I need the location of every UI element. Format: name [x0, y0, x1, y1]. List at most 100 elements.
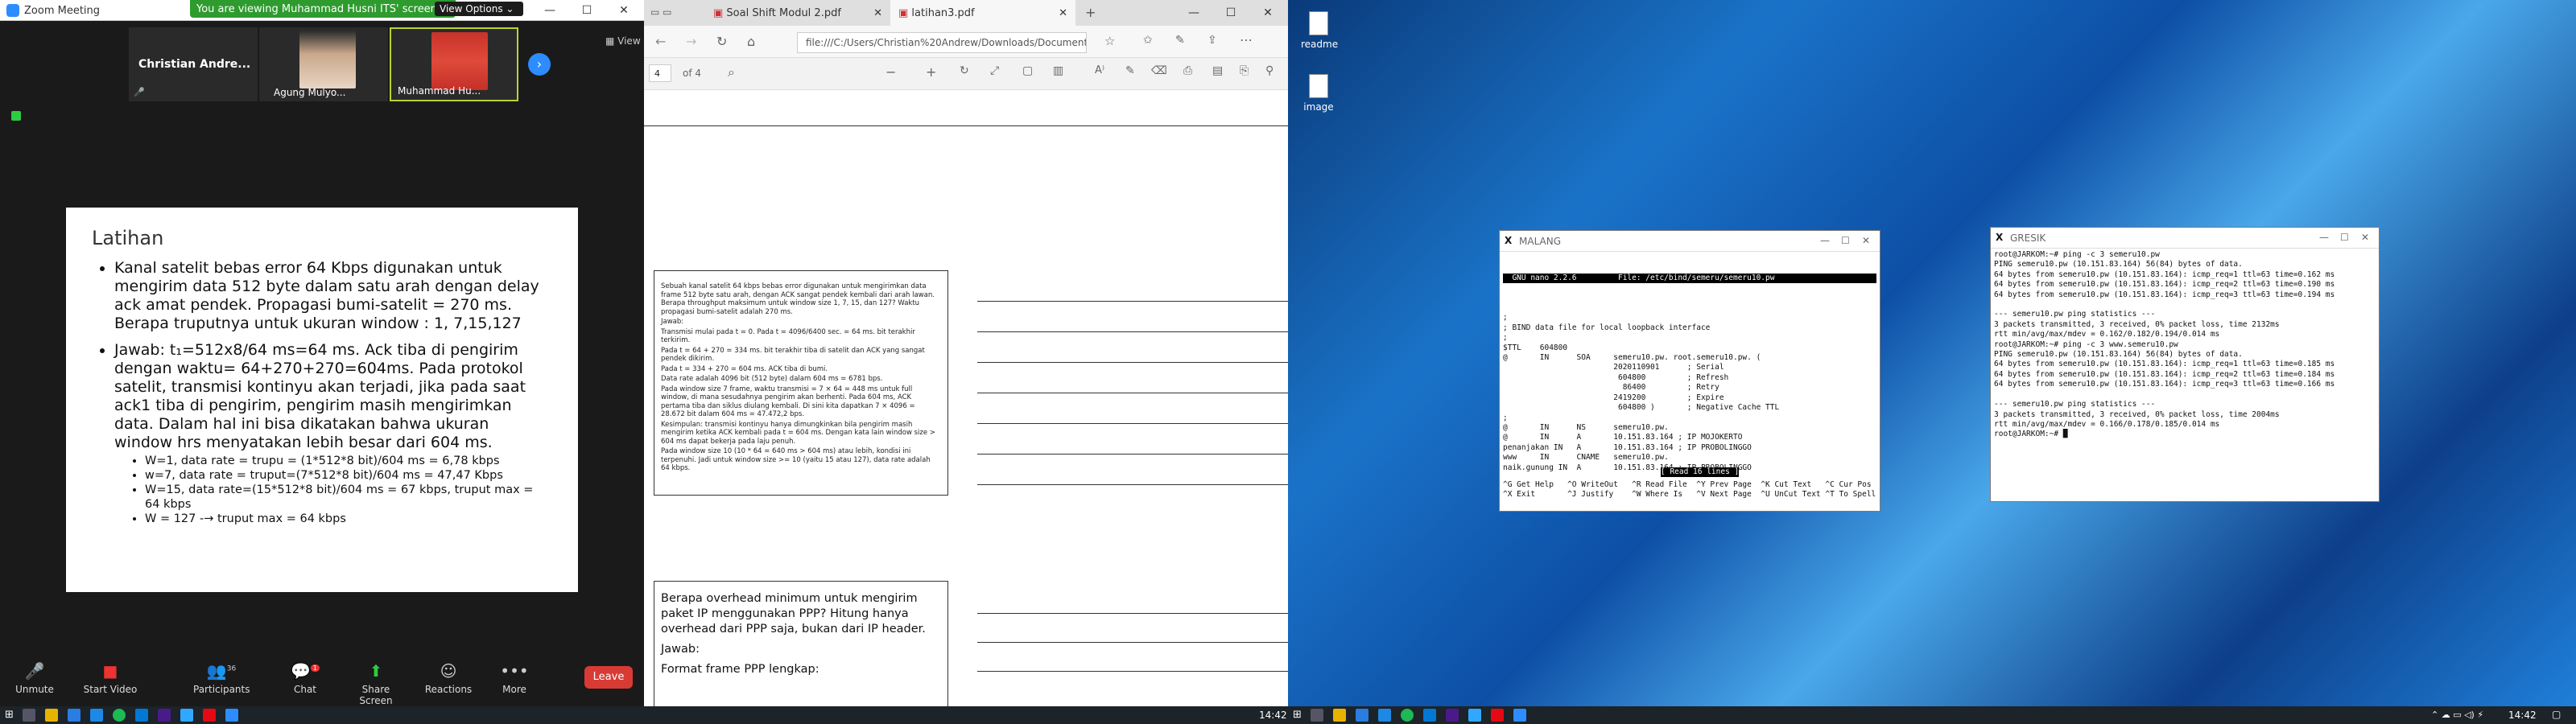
minimize-icon[interactable]: —	[1175, 2, 1212, 23]
minimize-icon[interactable]: —	[2319, 232, 2329, 243]
edge-icon[interactable]	[68, 709, 80, 722]
terminal-line: rtt min/avg/max/mdev = 0.166/0.178/0.185…	[1994, 419, 2220, 429]
participants-button[interactable]: 👥36 Participants	[193, 661, 250, 695]
back-icon[interactable]: ←	[655, 34, 666, 49]
gresik-terminal-window[interactable]: X GRESIK — ☐ ✕ root@JARKOM:~# ping -c 3 …	[1990, 227, 2380, 502]
share-icon[interactable]: ⇪	[1208, 34, 1217, 47]
close-icon[interactable]: ✕	[1862, 235, 1870, 246]
tab-latihan3[interactable]: ▣ latihan3.pdf ✕	[890, 0, 1075, 26]
maximize-icon[interactable]: ☐	[1212, 2, 1249, 23]
save-as-icon[interactable]: ⎘	[1240, 64, 1249, 77]
vscode-icon[interactable]	[1378, 709, 1391, 722]
maximize-icon[interactable]: ☐	[568, 0, 605, 21]
spotify-icon[interactable]	[113, 709, 126, 722]
terminal-line: 64 bytes from semeru10.pw (10.151.83.164…	[1994, 360, 2335, 369]
view-options-button[interactable]: View Options ⌄	[435, 2, 523, 16]
zoom-icon[interactable]	[225, 709, 238, 722]
minimize-icon[interactable]: —	[1820, 235, 1830, 246]
chat-button[interactable]: 💬 1 Chat	[277, 661, 333, 695]
view-button[interactable]: ▦ View	[605, 35, 641, 47]
page-number-input[interactable]: 4	[649, 64, 671, 82]
desktop-icon-readme[interactable]: readme	[1301, 11, 1338, 50]
file-explorer-icon[interactable]	[1333, 709, 1346, 722]
refresh-icon[interactable]: ↻	[716, 34, 727, 49]
screen-share-banner: You are viewing Muhammad Husni ITS' scre…	[190, 0, 456, 18]
terminal-body[interactable]: root@JARKOM:~# ping -c 3 semeru10.pw PING…	[1991, 249, 2379, 501]
photoshop-icon[interactable]	[1468, 709, 1481, 722]
clock: 14:42	[1259, 710, 1287, 721]
home-icon[interactable]: ⌂	[747, 34, 755, 49]
rotate-icon[interactable]: ↻	[960, 64, 969, 77]
premiere-icon[interactable]	[158, 709, 171, 722]
more-icon[interactable]: ⋯	[1240, 32, 1253, 47]
next-page-icon[interactable]: ›	[528, 53, 551, 76]
edge-icon[interactable]	[1356, 709, 1368, 722]
maximize-icon[interactable]: ☐	[1841, 235, 1850, 246]
share-screen-button[interactable]: ⬆ Share Screen	[348, 661, 404, 706]
two-page-icon[interactable]: ▥	[1053, 64, 1063, 77]
terminal-line: 64 bytes from semeru10.pw (10.151.83.164…	[1994, 269, 2335, 279]
draw-icon[interactable]: ✎	[1125, 64, 1135, 77]
close-tab-icon[interactable]: ✕	[1059, 7, 1067, 19]
fit-page-icon[interactable]: ⤢	[990, 64, 999, 77]
leave-button[interactable]: Leave	[584, 666, 633, 689]
tab-label: Soal Shift Modul 2.pdf	[726, 7, 841, 19]
desktop-icon-image[interactable]: image	[1301, 74, 1336, 113]
word-icon[interactable]	[135, 709, 148, 722]
answer-line	[977, 613, 1288, 614]
search-icon[interactable]: ⌕	[728, 64, 735, 80]
read-aloud-icon[interactable]: A⁾	[1095, 64, 1104, 76]
reactions-button[interactable]: ☺ Reactions	[420, 661, 477, 695]
close-tab-icon[interactable]: ✕	[873, 7, 882, 19]
system-tray-icons[interactable]: ⌃ ☁ ▭ ◁) ⚡	[2431, 710, 2483, 720]
document-icon	[1309, 11, 1328, 35]
close-icon[interactable]: ✕	[1249, 2, 1286, 23]
star-icon[interactable]: ☆	[1104, 34, 1115, 48]
participant-tile[interactable]: Muhammad Hu...	[390, 27, 518, 101]
tab-actions-icon[interactable]: ▭ ▭	[650, 6, 672, 18]
pin-icon[interactable]: ⚲	[1265, 64, 1274, 77]
spotify-icon[interactable]	[1401, 709, 1414, 722]
reading-list-icon[interactable]: ✎	[1175, 34, 1185, 47]
start-icon[interactable]: ⊞	[5, 709, 14, 721]
url-input[interactable]: file:///C:/Users/Christian%20Andrew/Down…	[797, 32, 1087, 53]
zoom-icon[interactable]	[1513, 709, 1526, 722]
start-video-button[interactable]: ■ Start Video	[82, 661, 138, 695]
minimize-icon[interactable]: —	[531, 0, 568, 21]
word-icon[interactable]	[1423, 709, 1436, 722]
pdf-text: Pada t = 64 + 270 = 334 ms. bit terakhir…	[661, 346, 925, 364]
notification-icon[interactable]: ▢	[2552, 709, 2561, 720]
start-icon[interactable]: ⊞	[1293, 709, 1302, 721]
close-icon[interactable]: ✕	[605, 0, 642, 21]
search-icon[interactable]	[23, 709, 35, 722]
save-icon[interactable]: ▤	[1212, 64, 1223, 77]
page-view-icon[interactable]: ▢	[1022, 64, 1033, 77]
pdf-text: Jawab:	[661, 318, 684, 326]
more-button[interactable]: ••• More	[486, 661, 543, 695]
people-icon: 👥36	[206, 661, 237, 681]
zoom-in-icon[interactable]: +	[926, 64, 936, 80]
zoom-out-icon[interactable]: −	[886, 64, 896, 80]
print-icon[interactable]: ⎙	[1183, 64, 1192, 77]
file-explorer-icon[interactable]	[45, 709, 58, 722]
netflix-icon[interactable]	[1491, 709, 1504, 722]
malang-terminal-window[interactable]: X MALANG — ☐ ✕ GNU nano 2.2.6 File: /etc…	[1499, 230, 1880, 512]
terminal-body[interactable]: GNU nano 2.2.6 File: /etc/bind/semeru/se…	[1500, 252, 1880, 511]
participant-tile[interactable]: Christian Andre... 🎤	[129, 27, 258, 101]
favorites-icon[interactable]: ✩	[1143, 34, 1153, 47]
forward-icon[interactable]: →	[686, 34, 696, 49]
slide-subbullet: W = 127 -→ truput max = 64 kbps	[145, 512, 541, 526]
vscode-icon[interactable]	[90, 709, 103, 722]
tab-soal[interactable]: ▣ Soal Shift Modul 2.pdf ✕	[705, 0, 890, 26]
terminal-line: 2419200 ; Expire	[1503, 393, 1724, 402]
netflix-icon[interactable]	[203, 709, 216, 722]
photoshop-icon[interactable]	[180, 709, 193, 722]
participant-tile[interactable]: Agung Mulyo...	[259, 27, 388, 101]
new-tab-icon[interactable]: +	[1085, 5, 1096, 20]
erase-icon[interactable]: ⌫	[1151, 64, 1167, 77]
maximize-icon[interactable]: ☐	[2340, 232, 2349, 243]
premiere-icon[interactable]	[1446, 709, 1459, 722]
unmute-button[interactable]: 🎤 Unmute	[6, 661, 63, 695]
search-icon[interactable]	[1311, 709, 1323, 722]
close-icon[interactable]: ✕	[2361, 232, 2369, 243]
